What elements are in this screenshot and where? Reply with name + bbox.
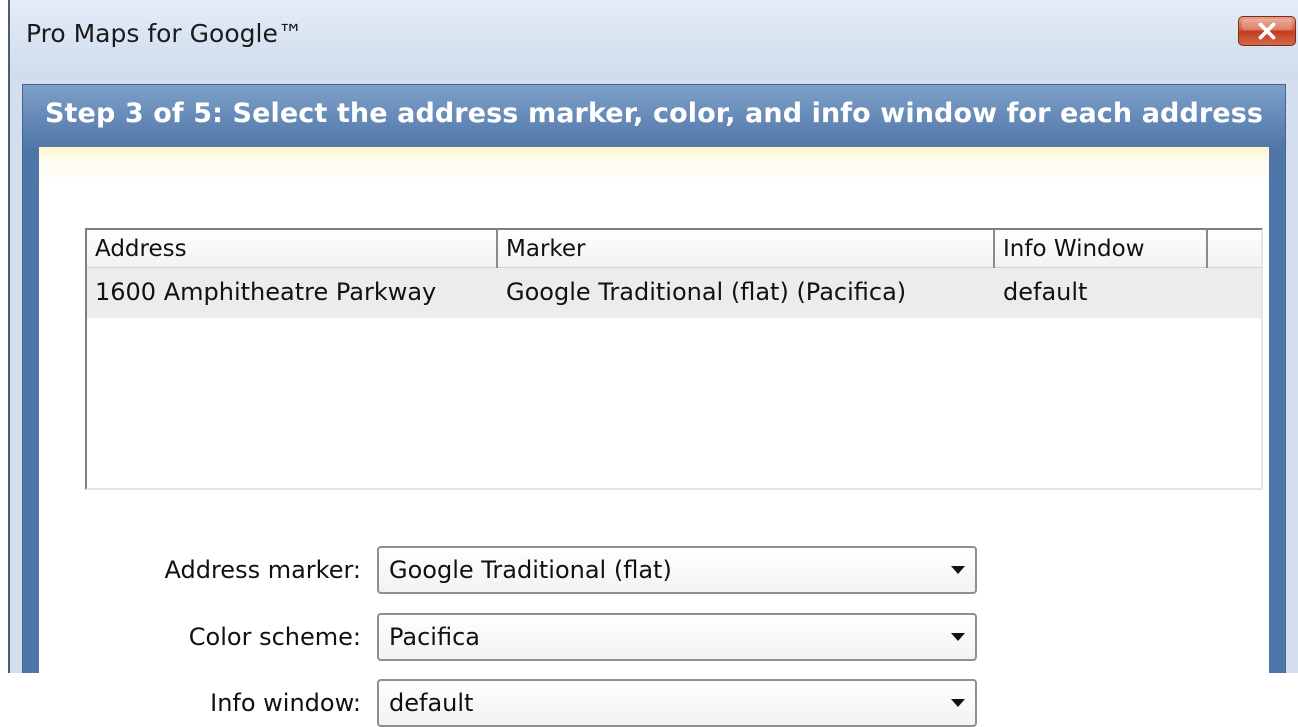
color-scheme-value: Pacifica bbox=[389, 623, 480, 651]
info-window-select[interactable]: default bbox=[377, 679, 977, 727]
color-scheme-label: Color scheme: bbox=[188, 623, 361, 651]
close-button[interactable] bbox=[1238, 16, 1296, 46]
color-scheme-select[interactable]: Pacifica bbox=[377, 613, 977, 661]
chevron-down-icon bbox=[951, 699, 965, 707]
close-icon bbox=[1258, 22, 1276, 40]
column-header-info-window[interactable]: Info Window bbox=[995, 230, 1208, 268]
column-header-address[interactable]: Address bbox=[87, 230, 498, 268]
chevron-down-icon bbox=[951, 566, 965, 574]
cell-marker: Google Traditional (flat) (Pacifica) bbox=[506, 278, 907, 306]
step-panel: Step 3 of 5: Select the address marker, … bbox=[22, 84, 1286, 727]
cell-address: 1600 Amphitheatre Parkway bbox=[95, 278, 437, 306]
info-window-value: default bbox=[389, 689, 474, 717]
address-marker-label: Address marker: bbox=[164, 556, 362, 584]
address-list[interactable]: Address Marker Info Window 1600 Amphithe… bbox=[85, 228, 1263, 490]
dialog-window: Pro Maps for Google™ Step 3 of 5: Select… bbox=[8, 0, 1298, 727]
step-title: Step 3 of 5: Select the address marker, … bbox=[45, 98, 1264, 129]
info-window-label: Info window: bbox=[210, 689, 361, 717]
list-header: Address Marker Info Window bbox=[87, 230, 1261, 268]
address-marker-value: Google Traditional (flat) bbox=[389, 556, 672, 584]
cell-info-window: default bbox=[1003, 278, 1088, 306]
address-marker-select[interactable]: Google Traditional (flat) bbox=[377, 546, 977, 594]
content-area: Address Marker Info Window 1600 Amphithe… bbox=[39, 147, 1269, 727]
title-bar[interactable]: Pro Maps for Google™ bbox=[10, 0, 1298, 78]
column-header-marker[interactable]: Marker bbox=[498, 230, 995, 268]
list-item[interactable]: 1600 Amphitheatre Parkway Google Traditi… bbox=[87, 268, 1261, 318]
chevron-down-icon bbox=[951, 633, 965, 641]
window-title: Pro Maps for Google™ bbox=[26, 19, 303, 48]
